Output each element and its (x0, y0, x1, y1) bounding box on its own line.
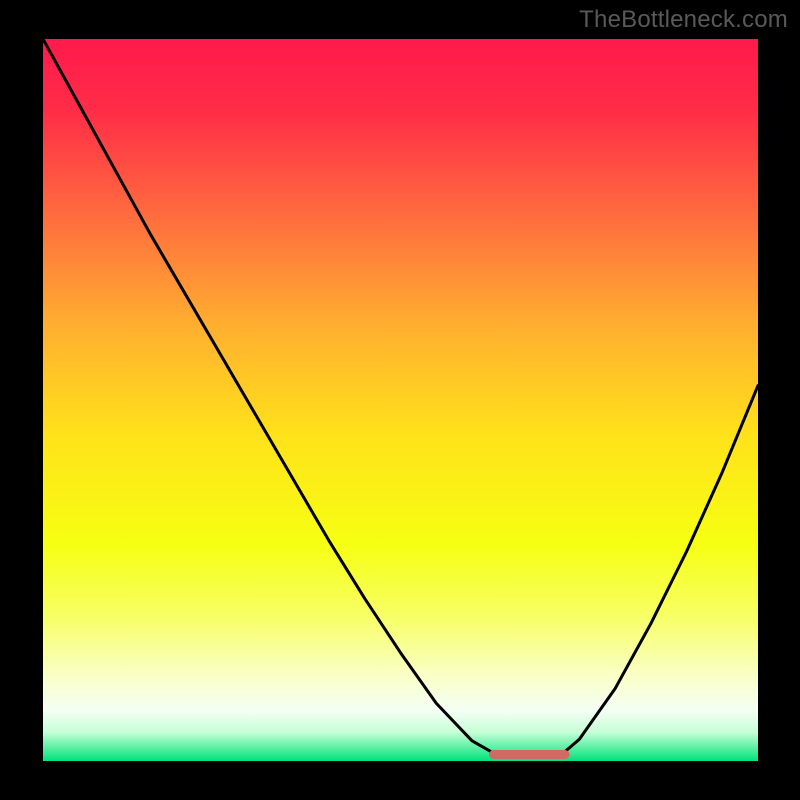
chart-frame: TheBottleneck.com (0, 0, 800, 800)
watermark-text: TheBottleneck.com (579, 6, 788, 34)
plot-svg (43, 39, 758, 761)
plot-area (43, 39, 758, 761)
